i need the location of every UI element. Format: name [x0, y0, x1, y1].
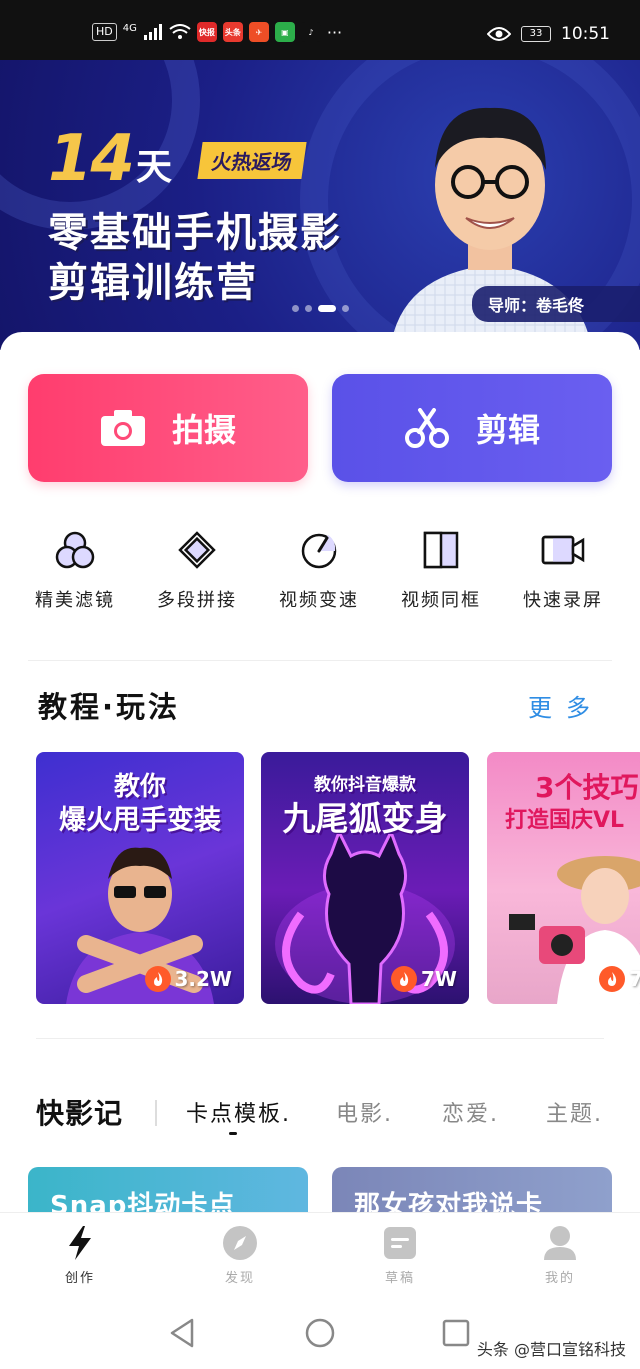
tool-screen-record[interactable]: 快速录屏: [502, 528, 624, 612]
splice-icon: [175, 528, 219, 572]
tabs-separator: [155, 1100, 157, 1126]
battery-indicator: 33: [521, 26, 551, 42]
status-left: HD 4G 快报 头条 ✈ ▣ ♪ ···: [92, 22, 342, 42]
tool-label: 多段拼接: [157, 590, 237, 611]
banner-dot-active[interactable]: [318, 305, 336, 312]
shoot-label: 拍摄: [171, 411, 236, 449]
shoot-button[interactable]: 拍摄: [28, 374, 308, 482]
template-tabs: 快影记 卡点模板. 电影. 恋爱. 主题.: [0, 1092, 640, 1142]
views-count: 7W: [421, 967, 457, 991]
network-type: 4G: [122, 22, 137, 34]
screen-record-icon: [541, 528, 585, 572]
banner-day-number: 14: [48, 122, 135, 196]
views-count: 3.2W: [174, 967, 233, 991]
card-title-bottom: 打造国庆VL: [505, 808, 625, 833]
tool-label: 视频变速: [279, 590, 359, 611]
app4-icon: ▣: [274, 22, 295, 42]
nav-label: 创作: [64, 1271, 95, 1286]
views-badge: 7W: [391, 966, 457, 992]
nav-create[interactable]: 创作: [0, 1213, 160, 1302]
banner-pagination[interactable]: [292, 305, 349, 312]
signal-icon: [143, 24, 162, 40]
tutorials-title: 教程·玩法: [38, 690, 181, 724]
views-count: 7: [629, 967, 640, 991]
fire-icon: [144, 966, 171, 992]
camera-icon: [100, 410, 145, 446]
user-icon: [544, 1226, 576, 1260]
tab-movie[interactable]: 电影.: [336, 1096, 393, 1128]
tutorial-card[interactable]: 3个技巧 打造国庆VL 7: [487, 752, 640, 1004]
banner-day-unit: 天: [136, 147, 173, 188]
fire-icon: [391, 966, 418, 992]
section-divider: [28, 660, 612, 661]
tool-row: 精美滤镜 多段拼接 视频变速 视频同框 快速录屏: [0, 528, 640, 612]
tool-split-frame[interactable]: 视频同框: [380, 528, 502, 612]
filter-icon: [53, 528, 97, 572]
card-title-top: 3个技巧: [535, 771, 639, 804]
kuaiyingji-brand: 快影记: [36, 1097, 124, 1130]
wifi-icon: [169, 24, 191, 39]
mentor-badge: 导师：卷毛佟: [472, 286, 640, 322]
tool-splice[interactable]: 多段拼接: [136, 528, 258, 612]
compass-icon: [223, 1226, 257, 1260]
nav-label: 发现: [224, 1271, 255, 1286]
toutiao-app-icon: 头条: [222, 22, 243, 42]
active-tab-indicator: [229, 1132, 237, 1135]
tiktok-app-icon: ♪: [300, 22, 321, 42]
main-content: 拍摄 剪辑 精美滤镜 多段拼接 视频变速 视频同框 快速录屏 教程·玩法 更多 …: [0, 332, 640, 1217]
eye-comfort-icon: [487, 27, 511, 41]
nav-profile[interactable]: 我的: [480, 1213, 640, 1302]
app3-icon: ✈: [248, 22, 269, 42]
kuaibao-app-icon: 快报: [196, 22, 217, 42]
edit-label: 剪辑: [475, 411, 540, 449]
views-badge: 7: [599, 966, 640, 992]
section-divider: [36, 1038, 604, 1039]
home-icon[interactable]: [305, 1318, 335, 1348]
banner-dot[interactable]: [305, 305, 312, 312]
banner-dot[interactable]: [292, 305, 299, 312]
tab-love[interactable]: 恋爱.: [442, 1096, 499, 1128]
tutorial-card[interactable]: 教你抖音爆款 九尾狐变身 7W: [261, 752, 469, 1004]
system-nav-bar: 头条 @营口宣铭科技: [0, 1302, 640, 1369]
edit-button[interactable]: 剪辑: [332, 374, 612, 482]
recents-icon[interactable]: [442, 1319, 470, 1347]
tool-filter[interactable]: 精美滤镜: [14, 528, 136, 612]
nav-discover[interactable]: 发现: [160, 1213, 320, 1302]
template-card[interactable]: Snap抖动卡点: [28, 1167, 308, 1217]
scissors-icon: [404, 408, 449, 448]
status-right: 33 10:51: [487, 24, 610, 44]
card-title-bottom: 爆火甩手变装: [59, 805, 221, 836]
split-frame-icon: [419, 528, 463, 572]
nav-drafts[interactable]: 草稿: [320, 1213, 480, 1302]
more-notifications-icon: ···: [326, 22, 343, 42]
clock: 10:51: [561, 24, 610, 44]
views-badge: 3.2W: [144, 966, 233, 992]
more-link[interactable]: 更多: [528, 688, 604, 723]
bottom-nav: 创作 发现 草稿 我的: [0, 1212, 640, 1302]
nav-label: 草稿: [384, 1271, 415, 1286]
tool-label: 快速录屏: [523, 590, 603, 611]
banner-headline-2: 剪辑训练营: [48, 260, 258, 306]
tool-label: 视频同框: [401, 590, 481, 611]
status-bar: HD 4G 快报 头条 ✈ ▣ ♪ ··· 33 10:51: [0, 0, 640, 60]
tab-theme[interactable]: 主题.: [546, 1096, 603, 1128]
fire-icon: [599, 966, 625, 992]
template-card[interactable]: 那女孩对我说卡: [332, 1167, 612, 1217]
back-icon[interactable]: [168, 1318, 196, 1348]
tutorial-card[interactable]: 教你 爆火甩手变装 3.2W: [36, 752, 244, 1004]
banner-dot[interactable]: [342, 305, 349, 312]
watermark: 头条 @营口宣铭科技: [476, 1340, 626, 1359]
drafts-icon: [384, 1227, 416, 1259]
lightning-icon: [69, 1226, 91, 1260]
promo-banner[interactable]: 14 天 火热返场 零基础手机摄影 剪辑训练营 导师：卷毛佟: [0, 60, 640, 350]
speed-gauge-icon: [297, 528, 341, 572]
tab-kadian[interactable]: 卡点模板.: [186, 1096, 291, 1128]
nav-label: 我的: [544, 1271, 575, 1286]
card-title-bottom: 九尾狐变身: [282, 799, 448, 838]
hd-indicator: HD: [92, 23, 117, 41]
tool-speed[interactable]: 视频变速: [258, 528, 380, 612]
banner-hot-tag: 火热返场: [197, 142, 307, 179]
tool-label: 精美滤镜: [35, 590, 115, 611]
